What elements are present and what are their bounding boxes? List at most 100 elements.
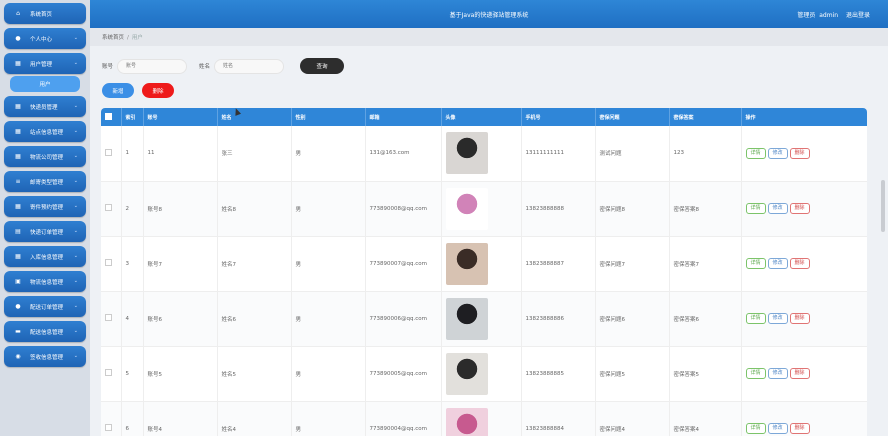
breadcrumb-home[interactable]: 系统首页 [102,35,124,41]
sidebar-item[interactable]: ▤ 快递订单管理 ⌄ [4,221,86,242]
cell-gender: 男 [291,126,366,182]
row-select-cell [101,291,122,347]
sidebar: ⌂ 系统首页 ● 个人中心 ⌄ ▦ 用户管理 ⌄ 用户 ▦ 快递员管理 ⌄ ▦ 站点信息管理 ⌄ ▦ 物流公司管… [0,0,90,436]
chevron-down-icon: ⌄ [73,253,78,259]
sidebar-item-label: 物流信息管理 [30,279,64,286]
edit-button[interactable]: 修改 [767,258,788,269]
cell-name: 姓名6 [217,291,292,347]
detail-button[interactable]: 详情 [745,258,766,269]
row-checkbox[interactable] [105,204,112,211]
sidebar-item[interactable]: ▦ 站点信息管理 ⌄ [4,121,86,142]
row-checkbox[interactable] [105,148,112,156]
sidebar-item-label: 站点信息管理 [30,129,64,136]
sidebar-item[interactable]: ▦ 快递员管理 ⌄ [4,96,86,117]
cell-answer: 密保答案8 [669,181,742,237]
chevron-down-icon: ⌄ [73,203,78,209]
sidebar-item[interactable]: ▬ 配送信息管理 ⌄ [4,321,86,342]
row-checkbox[interactable] [105,314,112,321]
cell-question: 密保问题6 [595,291,670,347]
sidebar-item[interactable]: ▦ 用户管理 ⌄ [4,53,86,74]
grid-icon: ▦ [15,253,21,260]
edit-button[interactable]: 修改 [767,203,788,214]
sidebar-item[interactable]: ▦ 物流公司管理 ⌄ [4,146,86,167]
cell-email: 773890006@qq.com [365,291,442,347]
table-row: 6 账号4 姓名4 男 773890004@qq.com 13823888884 密保问题4… [101,401,867,436]
cell-avatar [441,126,522,182]
grid-icon: ▦ [15,153,21,160]
doc-icon: ▤ [15,228,21,235]
sidebar-item-label: 签收信息管理 [30,354,64,361]
edit-button[interactable]: 修改 [767,313,788,324]
user-table-container: 索引 账号 姓名 性别 邮箱 头像 手机号 密保问题 密保答案 操作 1 11 张三男 131@163.… [101,108,867,436]
sidebar-item[interactable]: ◉ 签收信息管理 ⌄ [4,346,86,367]
cell-answer: 123 [669,126,742,182]
sidebar-item[interactable]: ▦ 寄件预约管理 ⌄ [4,196,86,217]
sidebar-item-label: 个人中心 [30,36,53,43]
cell-name: 姓名4 [217,401,292,436]
cell-avatar [441,181,522,237]
account-input[interactable] [117,58,188,74]
cell-phone: 13823888884 [521,401,596,436]
batch-delete-button[interactable]: 删除 [142,83,174,98]
sidebar-item[interactable]: ≡ 邮寄类型管理 ⌄ [4,171,86,192]
cell-name: 张三 [217,126,292,182]
edit-button[interactable]: 修改 [767,368,788,379]
edit-button[interactable]: 修改 [767,147,788,159]
sidebar-item-label: 寄件预约管理 [30,204,64,211]
cell-account: 账号6 [143,291,218,347]
list-icon: ≡ [15,178,21,185]
chevron-down-icon: ⌄ [73,35,78,41]
grid-icon: ▦ [15,60,21,67]
chevron-down-icon: ⌄ [73,178,78,184]
page-scrollbar[interactable] [881,180,885,232]
delete-button[interactable]: 删除 [789,368,810,379]
detail-button[interactable]: 详情 [745,147,766,159]
cell-index: 1 [121,126,144,182]
delete-button[interactable]: 删除 [789,258,810,269]
row-checkbox[interactable] [105,369,112,376]
cell-operations: 详情 修改 删除 [741,236,867,292]
column-header: 邮箱 [365,108,442,126]
breadcrumb-separator: / [127,35,129,41]
user-icon: ● [15,35,21,42]
detail-button[interactable]: 详情 [745,368,766,379]
name-label: 姓名 [199,64,211,70]
select-all-checkbox[interactable] [105,112,112,120]
avatar [445,187,488,230]
sidebar-item-label: 快递订单管理 [30,229,64,236]
role-label: 管理员 [797,12,816,19]
breadcrumb-current: 用户 [131,35,143,41]
delete-button[interactable]: 删除 [789,147,810,159]
delete-button[interactable]: 删除 [789,203,810,214]
sidebar-subitem[interactable]: 用户 [10,76,80,92]
detail-button[interactable]: 详情 [745,313,766,324]
avatar [445,297,488,340]
sidebar-item-label: 配送信息管理 [30,329,64,336]
name-input[interactable] [214,58,285,74]
detail-button[interactable]: 详情 [745,203,766,214]
sidebar-item[interactable]: ● 个人中心 ⌄ [4,28,86,49]
cell-phone: 13823888885 [521,346,596,402]
user-area: 管理员 admin 退出登录 [791,10,870,19]
sidebar-item-label: 系统首页 [30,11,53,18]
query-button[interactable]: 查询 [300,58,345,74]
chevron-down-icon: ⌄ [73,303,78,309]
sidebar-item[interactable]: ▦ 入库信息管理 ⌄ [4,246,86,267]
row-checkbox[interactable] [105,424,112,431]
user-table: 索引 账号 姓名 性别 邮箱 头像 手机号 密保问题 密保答案 操作 1 11 张三男 131@163.… [101,108,867,436]
edit-button[interactable]: 修改 [767,423,788,434]
sidebar-item[interactable]: ⌂ 系统首页 [4,3,86,24]
row-checkbox[interactable] [105,259,112,266]
sidebar-item[interactable]: ▣ 物流信息管理 ⌄ [4,271,86,292]
table-row: 2 账号8 姓名8 男 773890008@qq.com 13823888888 密保问题8… [101,181,867,237]
sidebar-item[interactable]: ● 配送订单管理 ⌄ [4,296,86,317]
grid-icon: ▦ [15,128,21,135]
cell-question: 密保问题5 [595,346,670,402]
logout-link[interactable]: 退出登录 [846,12,870,19]
add-button[interactable]: 新增 [102,83,134,98]
table-row: 1 11 张三男 131@163.com 13111111111 测试问题 123 详情 修改删… [101,126,867,182]
delete-button[interactable]: 删除 [789,313,810,324]
detail-button[interactable]: 详情 [745,423,766,434]
search-bar: 账号 姓名 查询 [102,58,345,74]
delete-button[interactable]: 删除 [789,423,810,434]
